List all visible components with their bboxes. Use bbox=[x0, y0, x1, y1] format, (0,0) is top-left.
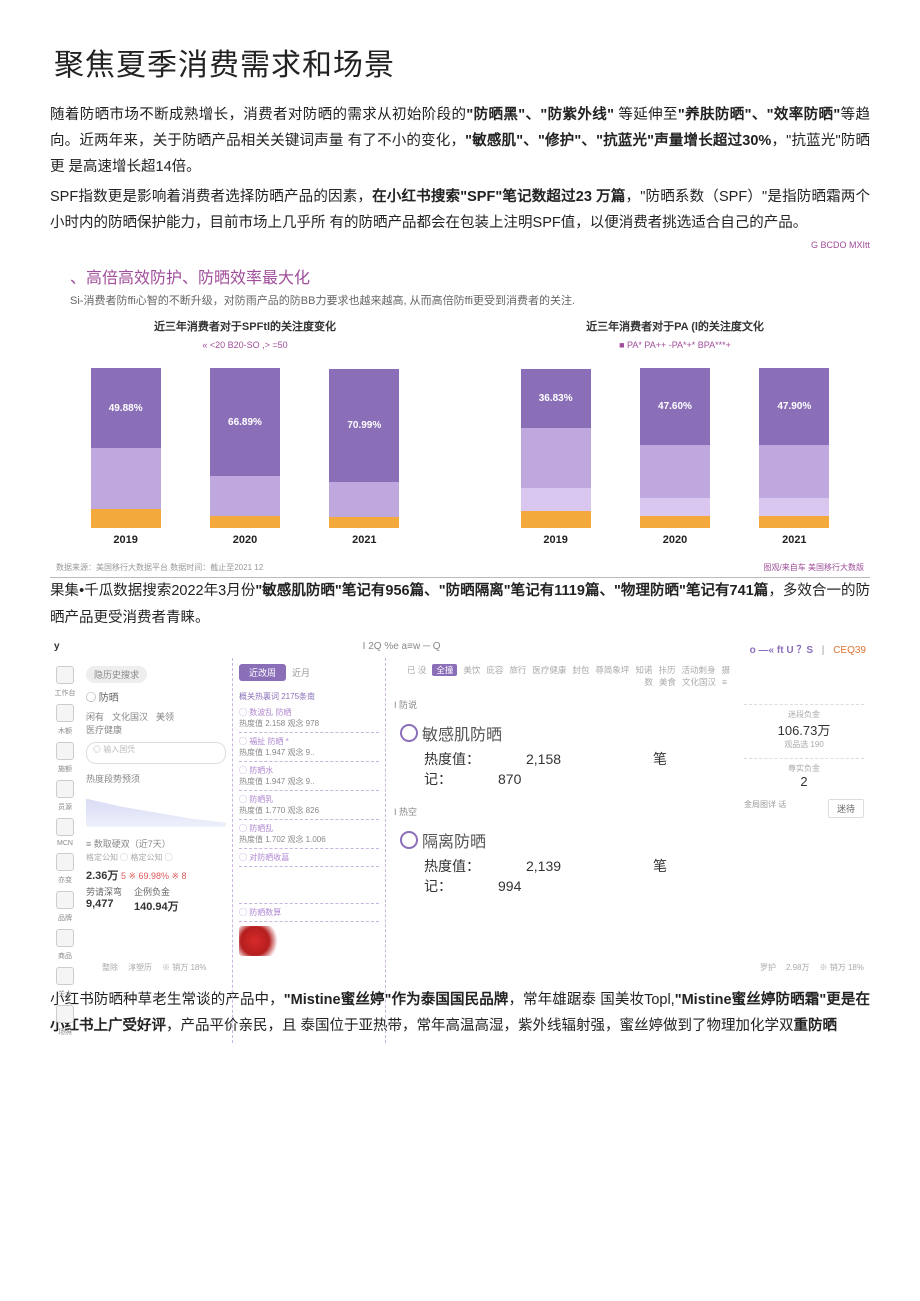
hot-keyword-1[interactable]: 敏感肌防晒 热度值：2,158笔记：870 bbox=[400, 721, 730, 789]
period-btn[interactable]: 近改周 bbox=[239, 664, 286, 681]
sidebar-item[interactable]: 商品 bbox=[50, 929, 80, 961]
chart-footnote: 数据来源：美国移行大数据平台 数据时间：截止至2021 12图观/来自车 美国移… bbox=[50, 554, 870, 578]
page-title: 聚焦夏季消费需求和场景 bbox=[54, 40, 870, 84]
dashboard: y I 2Q %e a≡w ─ Q o —« ft U ？S | CEQ39 工… bbox=[50, 639, 870, 979]
sidebar-item[interactable]: 员源 bbox=[50, 780, 80, 812]
chart-pa: 近三年消费者对于PA (l的关注度文化 ■ PA* PA++ -PA*+* BP… bbox=[480, 318, 870, 546]
corner-label: G BCDO MXItt bbox=[811, 240, 870, 251]
sidebar: 工作台 木额 施额 员源 MCN 亦变 品牌 商品 关水 场照 bbox=[50, 658, 80, 1043]
section-desc: Si-消费者防ffi心智的不断升级，对防雨产品的防BB力要求也越来越高, 从而高… bbox=[70, 292, 870, 308]
sidebar-item[interactable]: MCN bbox=[50, 818, 80, 847]
sidebar-item[interactable]: 品牌 bbox=[50, 891, 80, 923]
circle-icon bbox=[400, 724, 418, 742]
sidebar-item[interactable]: 场照 bbox=[50, 1005, 80, 1037]
mid-text: 果集•千瓜数据搜索2022年3月份"敏感肌防晒"笔记有956篇、"防晒隔离"笔记… bbox=[50, 578, 870, 630]
section-title: 、高倍高效防护、防晒效率最大化 bbox=[70, 264, 870, 288]
history-pill[interactable]: 隐历史搜求 bbox=[86, 666, 147, 683]
product-thumb bbox=[239, 926, 279, 956]
dash-logo: y bbox=[54, 641, 60, 656]
sidebar-item[interactable]: 施额 bbox=[50, 742, 80, 774]
action-button[interactable]: 迷待 bbox=[828, 799, 864, 818]
chart-spf: 近三年消费者对于SPFtl的关注度变化 « <20 B20-SO ,> =50 … bbox=[50, 318, 440, 546]
circle-icon bbox=[400, 831, 418, 849]
intro-p1: 随着防晒市场不断成熟增长，消费者对防晒的需求从初始阶段的"防晒黑"、"防紫外线"… bbox=[50, 102, 870, 180]
hot-keyword-2[interactable]: 隔离防晒 热度值：2,139笔记：994 bbox=[400, 828, 730, 896]
sidebar-item[interactable]: 工作台 bbox=[50, 666, 80, 698]
sidebar-item[interactable]: 关水 bbox=[50, 967, 80, 999]
sidebar-item[interactable]: 木额 bbox=[50, 704, 80, 736]
left-tabs[interactable]: 闲有文化国汉美领 医疗健康 bbox=[86, 710, 226, 736]
search-input[interactable]: ◎ 输入国凭 bbox=[86, 742, 226, 764]
intro-p2: SPF指数更是影响着消费者选择防晒产品的因素，在小红书搜索"SPF"笔记数超过2… bbox=[50, 184, 870, 236]
sidebar-item[interactable]: 亦变 bbox=[50, 853, 80, 885]
dash-search[interactable]: I 2Q %e a≡w ─ Q bbox=[363, 641, 441, 656]
trend-chart bbox=[86, 787, 226, 827]
main-tabs[interactable]: 已 没全撞美饮庇容旅行医疗健康封包尊简象坪知诺拤历活动刺身摄数美食文化国汉≡ bbox=[394, 664, 730, 688]
